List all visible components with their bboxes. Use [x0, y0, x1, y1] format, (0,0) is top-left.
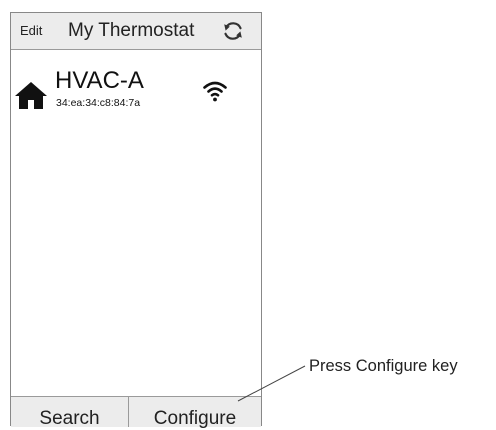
device-list-item[interactable]: HVAC-A 34:ea:34:c8:84:7a [11, 65, 261, 121]
page-title: My Thermostat [68, 20, 195, 41]
callout-label: Press Configure key [309, 357, 458, 375]
home-icon [15, 82, 47, 109]
edit-button[interactable]: Edit [20, 24, 42, 38]
thermostat-app-screen: Edit My Thermostat HVAC-A 34:ea:34:c8:84… [10, 12, 262, 429]
device-name: HVAC-A [55, 67, 144, 94]
device-mac-address: 34:ea:34:c8:84:7a [56, 97, 141, 109]
refresh-icon[interactable] [221, 19, 245, 43]
bottom-toolbar: Search Configure [11, 396, 261, 429]
app-header: Edit My Thermostat [11, 13, 261, 50]
wifi-icon [203, 81, 227, 102]
